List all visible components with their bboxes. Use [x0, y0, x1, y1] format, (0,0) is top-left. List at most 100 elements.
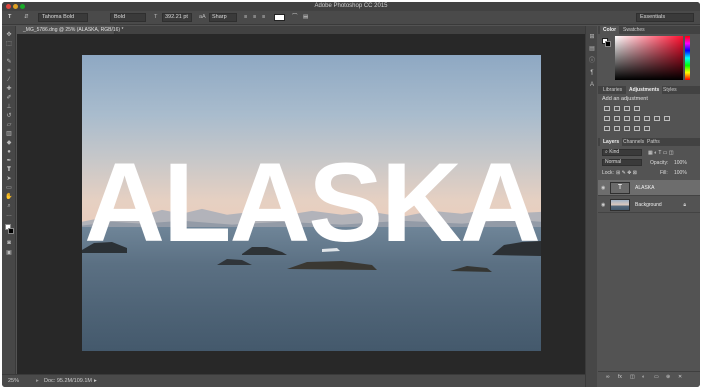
- layer-row-alaska[interactable]: ◉ T ALASKA: [598, 180, 700, 196]
- history-panel-icon[interactable]: ⊞: [589, 34, 595, 40]
- black-white-icon[interactable]: [634, 116, 640, 121]
- paragraph-panel-icon[interactable]: ¶: [589, 70, 595, 76]
- anti-alias-icon: aA: [199, 14, 206, 20]
- font-size-value: 392.21 pt: [165, 14, 188, 20]
- layer-filter-select[interactable]: ⌕ Kind: [602, 149, 642, 156]
- tab-paths[interactable]: Paths: [644, 138, 663, 146]
- info-panel-icon[interactable]: ⓘ: [589, 58, 595, 64]
- lock-icons[interactable]: ⊞ ✎ ✥ ⊠: [616, 170, 637, 176]
- marquee-tool-icon[interactable]: ⬚: [5, 41, 13, 47]
- alaska-text-layer[interactable]: ALASKA: [82, 146, 541, 259]
- new-adjustment-icon[interactable]: ◐: [642, 374, 645, 380]
- gradient-map-icon[interactable]: [634, 126, 640, 131]
- visibility-eye-icon[interactable]: ◉: [601, 185, 605, 191]
- layer-name[interactable]: ALASKA: [635, 185, 654, 191]
- hue-saturation-icon[interactable]: [614, 116, 620, 121]
- zoom-tool-icon[interactable]: ⌕: [5, 203, 13, 209]
- type-tool-icon[interactable]: T: [5, 167, 13, 173]
- hue-slider[interactable]: [685, 36, 690, 80]
- quick-select-tool-icon[interactable]: ✎: [5, 59, 13, 65]
- quick-mask-icon[interactable]: ◙: [5, 240, 13, 246]
- document-canvas[interactable]: ALASKA: [82, 55, 541, 351]
- workspace-select[interactable]: Essentials: [636, 13, 694, 22]
- eraser-tool-icon[interactable]: ▱: [5, 122, 13, 128]
- lasso-tool-icon[interactable]: ◌: [5, 50, 13, 56]
- text-color-swatch[interactable]: [274, 14, 285, 21]
- move-tool-icon[interactable]: ✥: [5, 32, 13, 38]
- tab-color[interactable]: Color: [600, 26, 620, 34]
- background-color-swatch[interactable]: [8, 228, 14, 234]
- posterize-icon[interactable]: [614, 126, 620, 131]
- new-layer-icon[interactable]: ⊕: [666, 374, 670, 380]
- filter-type-icons[interactable]: ▦ ◐ T ▭ ◫: [648, 150, 674, 156]
- align-center-icon[interactable]: ≡: [253, 13, 256, 22]
- zoom-level[interactable]: 25%: [8, 378, 19, 384]
- status-menu-icon[interactable]: ▸: [94, 378, 97, 384]
- document-tab[interactable]: _MG_5786.dng @ 25% (ALASKA, RGB/16) *: [17, 26, 123, 34]
- fill-value[interactable]: 100%: [674, 170, 687, 176]
- layer-row-background[interactable]: ◉ Background 🔒︎: [598, 197, 700, 213]
- adjustments-panel-tabs: Libraries Adjustments Styles: [598, 86, 700, 94]
- crop-tool-icon[interactable]: ⌗: [5, 68, 13, 74]
- type-tool-preset-icon[interactable]: T: [8, 13, 11, 22]
- add-mask-icon[interactable]: ◫: [630, 374, 635, 380]
- anti-alias-value: Sharp: [212, 14, 227, 20]
- healing-brush-tool-icon[interactable]: ✚: [5, 86, 13, 92]
- hand-tool-icon[interactable]: ✋: [5, 194, 13, 200]
- blur-tool-icon[interactable]: ◆: [5, 140, 13, 146]
- pen-tool-icon[interactable]: ✒: [5, 158, 13, 164]
- photoshop-window: Adobe Photoshop CC 2015 T ⇵ Tahoma Bold …: [2, 2, 700, 387]
- tab-swatches[interactable]: Swatches: [620, 26, 648, 34]
- invert-icon[interactable]: [604, 126, 610, 131]
- history-brush-tool-icon[interactable]: ↺: [5, 113, 13, 119]
- align-right-icon[interactable]: ≡: [262, 13, 265, 22]
- tab-layers[interactable]: Layers: [600, 138, 623, 146]
- lock-icon[interactable]: 🔒︎: [683, 202, 686, 208]
- gradient-tool-icon[interactable]: ▥: [5, 131, 13, 137]
- exposure-icon[interactable]: [634, 106, 640, 111]
- levels-icon[interactable]: [614, 106, 620, 111]
- font-style-value: Bold: [114, 14, 126, 20]
- brush-tool-icon[interactable]: ✐: [5, 95, 13, 101]
- screen-mode-icon[interactable]: ▣: [5, 250, 13, 256]
- clone-stamp-tool-icon[interactable]: ⊥: [5, 104, 13, 110]
- rectangle-tool-icon[interactable]: ▭: [5, 185, 13, 191]
- curves-icon[interactable]: [624, 106, 630, 111]
- layer-name[interactable]: Background: [635, 202, 662, 208]
- blend-mode-select[interactable]: Normal: [602, 159, 642, 166]
- color-lookup-icon[interactable]: [664, 116, 670, 121]
- eyedropper-tool-icon[interactable]: ⁄: [5, 77, 13, 83]
- color-picker-field[interactable]: [615, 36, 683, 80]
- color-balance-icon[interactable]: [624, 116, 630, 121]
- delete-layer-icon[interactable]: ✕: [678, 374, 682, 380]
- warp-text-icon[interactable]: ⌒: [292, 13, 298, 22]
- character-panel-icon[interactable]: ▤: [303, 13, 308, 22]
- document-tab-title: _MG_5786.dng @ 25% (ALASKA, RGB/16) *: [23, 27, 124, 33]
- photo-filter-icon[interactable]: [644, 116, 650, 121]
- lock-label: Lock:: [602, 170, 614, 176]
- opacity-value[interactable]: 100%: [674, 160, 687, 166]
- color-panel-background-swatch[interactable]: [605, 41, 611, 47]
- link-layers-icon[interactable]: ∞: [606, 374, 610, 380]
- align-left-icon[interactable]: ≡: [244, 13, 247, 22]
- vibrance-icon[interactable]: [604, 116, 610, 121]
- options-bar: T ⇵ Tahoma Bold Bold T 392.21 pt aA Shar…: [2, 11, 700, 25]
- path-selection-tool-icon[interactable]: ➤: [5, 176, 13, 182]
- threshold-icon[interactable]: [624, 126, 630, 131]
- brightness-contrast-icon[interactable]: [604, 106, 610, 111]
- text-orientation-icon[interactable]: ⇵: [24, 13, 29, 22]
- properties-panel-icon[interactable]: ▤: [589, 46, 595, 52]
- character-panel-icon[interactable]: A: [589, 82, 595, 88]
- font-family-value: Tahoma Bold: [42, 14, 75, 20]
- channel-mixer-icon[interactable]: [654, 116, 660, 121]
- new-group-icon[interactable]: ▭: [654, 374, 659, 380]
- more-tools-icon[interactable]: …: [5, 212, 13, 218]
- tab-adjustments[interactable]: Adjustments: [626, 86, 663, 94]
- tab-libraries[interactable]: Libraries: [600, 86, 625, 94]
- tab-styles[interactable]: Styles: [660, 86, 680, 94]
- layer-style-icon[interactable]: fx: [618, 374, 622, 380]
- dodge-tool-icon[interactable]: ●: [5, 149, 13, 155]
- selective-color-icon[interactable]: [644, 126, 650, 131]
- visibility-eye-icon[interactable]: ◉: [601, 202, 605, 208]
- canvas-area[interactable]: ALASKA: [17, 34, 585, 374]
